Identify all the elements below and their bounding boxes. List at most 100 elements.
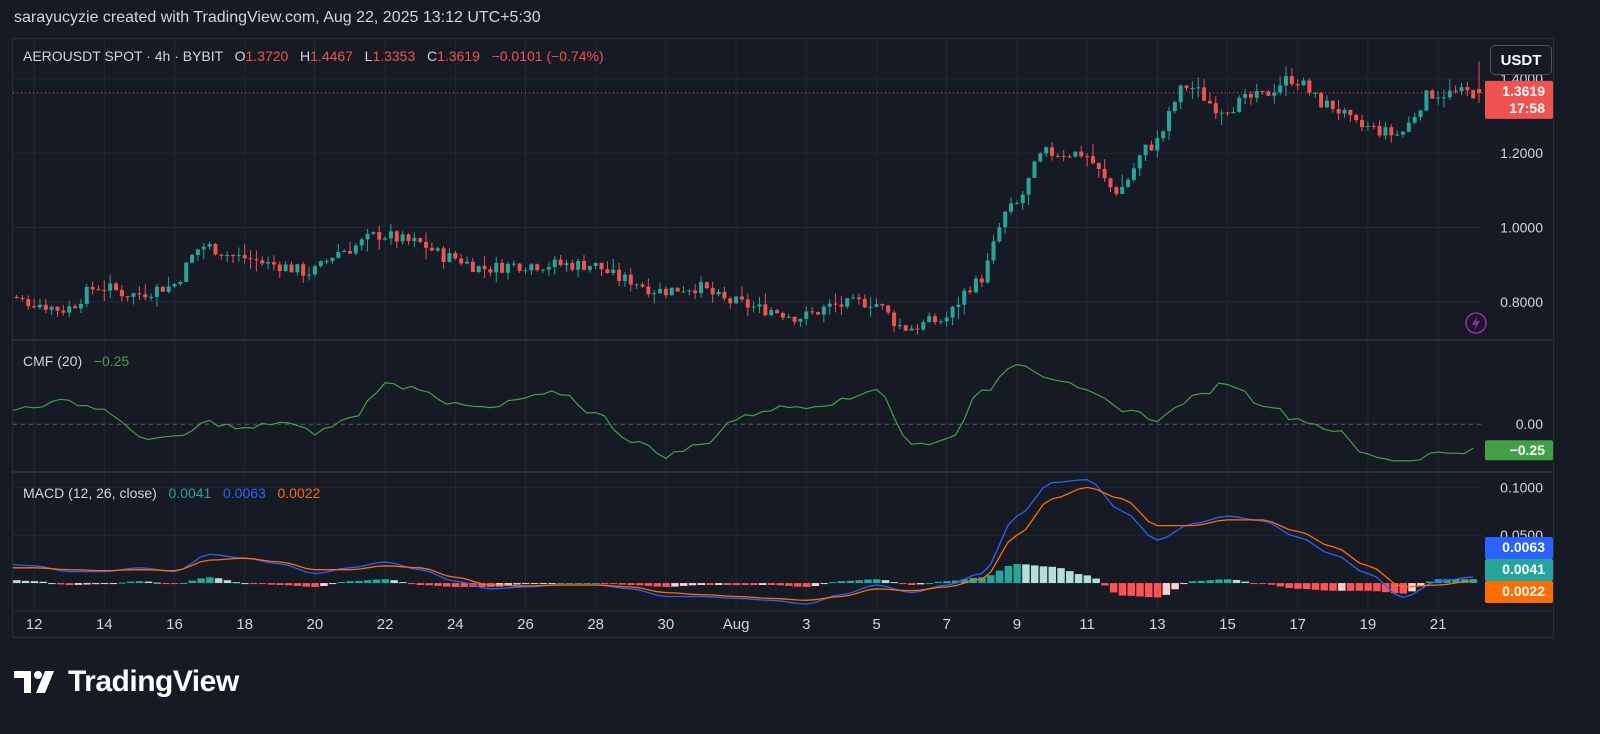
candle-body bbox=[886, 305, 891, 313]
macd-histogram-bar bbox=[758, 583, 767, 585]
symbol-title[interactable]: AEROUSDT SPOT · 4h · BYBIT bbox=[23, 48, 223, 64]
candle-body bbox=[1424, 90, 1429, 111]
macd-histogram-bar bbox=[574, 583, 583, 585]
macd-histogram-bar bbox=[1311, 583, 1320, 590]
candle-body bbox=[1360, 120, 1365, 127]
candle-body bbox=[441, 248, 446, 262]
candle-body bbox=[968, 290, 973, 293]
candle-body bbox=[1272, 92, 1277, 96]
candle-body bbox=[775, 310, 780, 314]
macd-histogram-bar bbox=[785, 583, 793, 586]
macd-histogram-bar bbox=[513, 583, 521, 585]
macd-title[interactable]: MACD (12, 26, close) bbox=[23, 485, 157, 501]
candle-body bbox=[599, 262, 604, 270]
candle-body bbox=[49, 306, 54, 310]
candle-body bbox=[1406, 122, 1411, 132]
chart-frame[interactable]: 1.4000 1.2000 1.0000 0.8000 0.00 0.1000 0.0500… bbox=[12, 38, 1554, 638]
candle-body bbox=[634, 284, 639, 286]
candle-body bbox=[1120, 186, 1125, 194]
candle-body bbox=[32, 306, 37, 308]
candle-body bbox=[687, 290, 692, 292]
candle-body bbox=[1020, 194, 1025, 204]
cmf-title[interactable]: CMF (20) bbox=[23, 353, 82, 369]
macd-histogram-bar bbox=[1074, 574, 1083, 584]
macd-histogram-bar bbox=[1057, 568, 1065, 584]
candle-body bbox=[289, 264, 294, 273]
candle-body bbox=[201, 246, 206, 250]
time-axis-label: 9 bbox=[1013, 616, 1021, 633]
candle-body bbox=[985, 260, 990, 283]
candle-body bbox=[868, 306, 873, 308]
chart-canvas[interactable]: 1.40001.20001.00000.80000.000.10000.0500… bbox=[13, 39, 1554, 638]
macd-histogram-bar bbox=[407, 583, 416, 585]
tradingview-logo[interactable]: TradingView bbox=[14, 665, 239, 699]
macd-histogram-bar bbox=[1338, 583, 1346, 591]
macd-line-value: 0.0063 bbox=[223, 485, 266, 501]
macd-histogram-bar bbox=[1215, 579, 1223, 584]
macd-histogram-bar bbox=[706, 583, 714, 585]
macd-histogram-bar bbox=[820, 583, 828, 585]
time-axis-label: 5 bbox=[872, 616, 880, 633]
open-label: O bbox=[234, 48, 246, 64]
candle-body bbox=[552, 259, 557, 268]
time-axis-label: 14 bbox=[96, 616, 113, 633]
macd-histogram-bar bbox=[934, 581, 942, 584]
candle-body bbox=[67, 306, 72, 313]
macd-histogram-bar bbox=[548, 583, 556, 585]
candle-body bbox=[1026, 177, 1031, 195]
macd-histogram-bar bbox=[1302, 583, 1311, 590]
candle-body bbox=[1453, 90, 1458, 92]
macd-histogram-bar bbox=[232, 582, 240, 584]
pane-separators bbox=[13, 339, 1553, 612]
macd-histogram-bar bbox=[829, 582, 837, 584]
currency-button[interactable]: USDT bbox=[1490, 45, 1552, 75]
candlestick-series bbox=[14, 61, 1482, 335]
macd-histogram-bar bbox=[434, 583, 442, 586]
candle-body bbox=[260, 260, 265, 264]
candle-body bbox=[406, 234, 411, 242]
macd-histogram-bar bbox=[372, 579, 381, 584]
candle-body bbox=[628, 274, 633, 285]
macd-signal-badge-text: 0.0022 bbox=[1502, 583, 1545, 599]
candle-body bbox=[587, 265, 592, 270]
candle-body bbox=[956, 304, 961, 307]
macd-histogram-bar bbox=[320, 583, 328, 587]
candle-body bbox=[658, 288, 663, 294]
macd-histogram-bar bbox=[162, 583, 170, 585]
candle-body bbox=[1085, 156, 1090, 158]
candle-body bbox=[833, 303, 838, 305]
candle-body bbox=[1073, 151, 1078, 157]
candle-body bbox=[1295, 84, 1300, 86]
candle-body bbox=[816, 312, 820, 315]
candle-body bbox=[1365, 125, 1370, 127]
candle-body bbox=[856, 297, 861, 300]
macd-histogram-bar bbox=[1048, 566, 1056, 584]
candle-body bbox=[1436, 97, 1441, 99]
macd-histogram-bar bbox=[1399, 583, 1407, 594]
cmf-line bbox=[13, 363, 1474, 462]
macd-histogram-bar bbox=[267, 583, 276, 585]
cmf-badge-text: −0.25 bbox=[1510, 442, 1546, 458]
candle-body bbox=[1377, 126, 1382, 136]
last-price-badge: 1.361917:58 bbox=[1485, 80, 1553, 119]
macd-histogram-bar bbox=[1285, 583, 1293, 589]
candle-body bbox=[780, 313, 785, 318]
candle-body bbox=[839, 304, 844, 307]
candle-body bbox=[55, 306, 60, 311]
candle-body bbox=[283, 264, 288, 272]
macd-histogram-bar bbox=[1171, 583, 1179, 590]
candle-body bbox=[119, 289, 124, 297]
candle-body bbox=[178, 282, 183, 284]
macd-histogram-bar bbox=[1250, 583, 1258, 585]
macd-histogram-bar bbox=[443, 583, 451, 587]
candle-body bbox=[429, 247, 434, 251]
time-axis-label: 11 bbox=[1079, 616, 1095, 633]
macd-histogram-bar bbox=[899, 583, 907, 585]
attribution-text: sarayucyzie created with TradingView.com… bbox=[14, 9, 541, 26]
macd-histogram-bar bbox=[1197, 580, 1206, 584]
time-axis-label: 12 bbox=[26, 616, 43, 633]
high-value: 1.4467 bbox=[310, 48, 353, 64]
macd-histogram-bar bbox=[846, 580, 855, 584]
cmf-series bbox=[13, 363, 1474, 462]
candle-body bbox=[494, 262, 499, 273]
